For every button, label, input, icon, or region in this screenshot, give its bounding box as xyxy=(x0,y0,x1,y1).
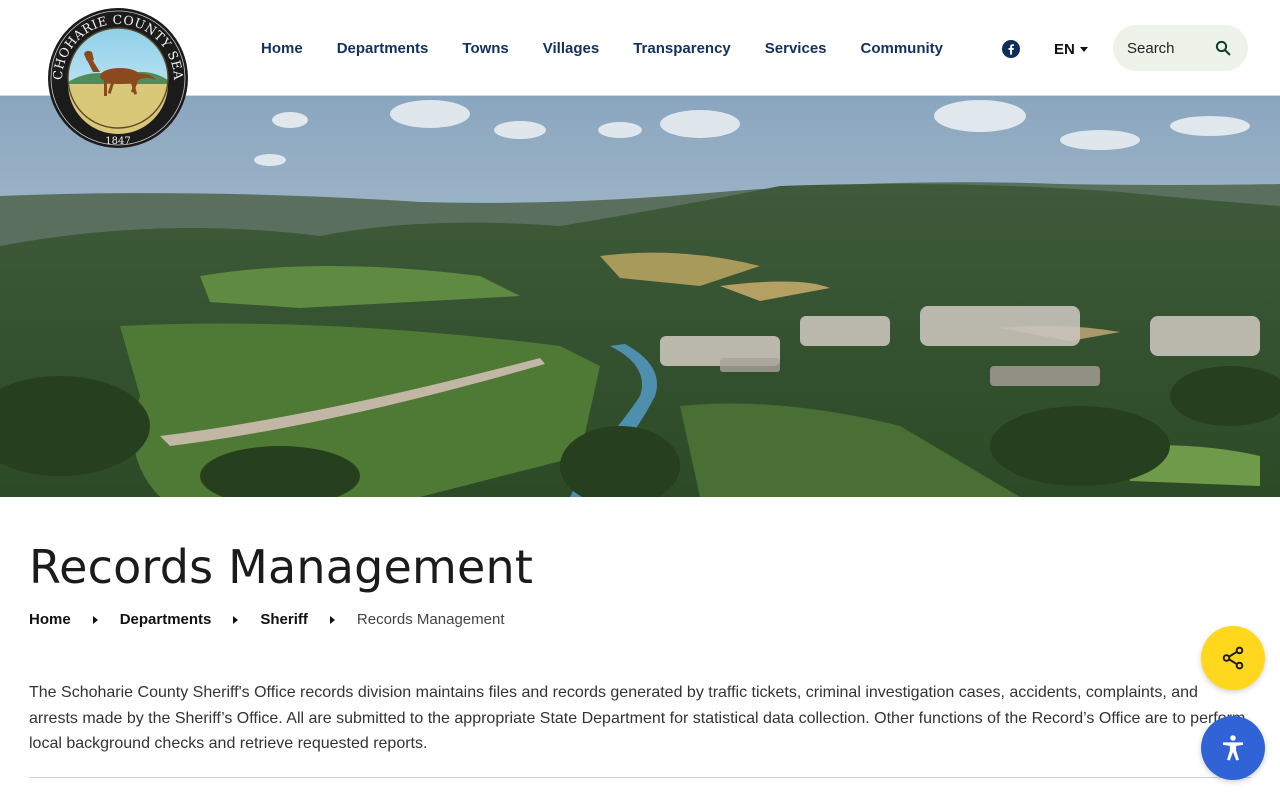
breadcrumb-home[interactable]: Home xyxy=(29,611,71,628)
share-icon xyxy=(1222,646,1244,670)
caret-right-icon xyxy=(92,615,98,624)
search-button[interactable]: Search xyxy=(1113,25,1248,71)
breadcrumb: Home Departments Sheriff Records Managem… xyxy=(29,611,504,628)
nav-community[interactable]: Community xyxy=(844,40,961,57)
search-label: Search xyxy=(1127,39,1175,57)
nav-villages[interactable]: Villages xyxy=(526,40,616,57)
nav-departments[interactable]: Departments xyxy=(320,40,446,57)
county-seal-logo[interactable]: SCHOHARIE COUNTY SEAL 1847 xyxy=(46,6,190,150)
accessibility-icon xyxy=(1223,735,1243,761)
nav-towns[interactable]: Towns xyxy=(445,40,525,57)
chevron-down-icon xyxy=(1079,46,1088,52)
nav-services[interactable]: Services xyxy=(748,40,844,57)
search-icon xyxy=(1215,40,1231,56)
hero-image xyxy=(0,96,1280,497)
seal-year: 1847 xyxy=(105,136,130,147)
nav-home[interactable]: Home xyxy=(244,40,320,57)
breadcrumb-sheriff[interactable]: Sheriff xyxy=(260,611,308,628)
section-divider xyxy=(29,777,1251,778)
language-selector[interactable]: EN xyxy=(1054,38,1088,60)
site-header: Home Departments Towns Villages Transpar… xyxy=(0,0,1280,96)
page-description: The Schoharie County Sheriff's Office re… xyxy=(29,684,1246,752)
caret-right-icon xyxy=(233,615,239,624)
page-title: Records Management xyxy=(29,540,534,594)
breadcrumb-current: Records Management xyxy=(356,611,505,628)
accessibility-button[interactable] xyxy=(1201,716,1265,780)
main-nav: Home Departments Towns Villages Transpar… xyxy=(244,0,960,96)
breadcrumb-departments[interactable]: Departments xyxy=(120,611,212,628)
share-button[interactable] xyxy=(1201,626,1265,690)
nav-transparency[interactable]: Transparency xyxy=(616,40,748,57)
language-label: EN xyxy=(1054,40,1075,58)
caret-right-icon xyxy=(329,615,335,624)
facebook-icon[interactable] xyxy=(1002,40,1020,58)
